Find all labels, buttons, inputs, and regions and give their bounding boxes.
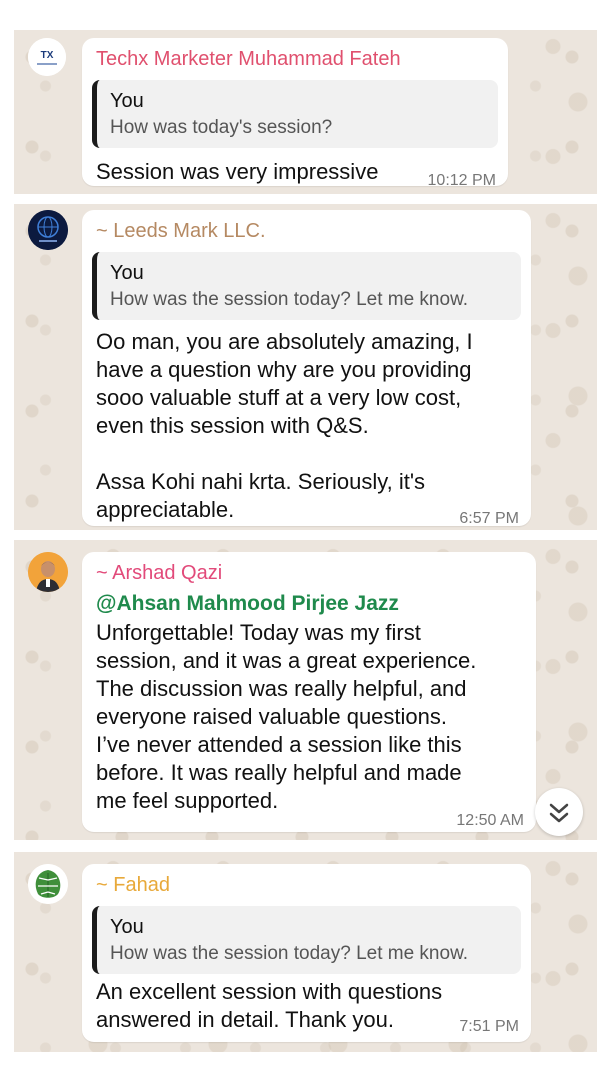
svg-text:TX: TX <box>41 50 54 61</box>
message-text: An excellent session with questions answ… <box>96 978 442 1034</box>
chat-panel-2: ~ Leeds Mark LLC. You How was the sessio… <box>14 204 597 530</box>
quote-author: You <box>110 262 144 284</box>
message-line: sooo valuable stuff at a very low cost, <box>96 385 462 410</box>
message-line: appreciatable. <box>96 497 235 522</box>
message-text: Oo man, you are absolutely amazing, I ha… <box>96 328 473 524</box>
techx-logo-icon: TX <box>28 38 66 76</box>
person-photo-icon <box>28 552 68 592</box>
message-bubble[interactable]: Techx Marketer Muhammad Fateh You How wa… <box>82 38 508 189</box>
message-line: The discussion was really helpful, and <box>96 676 467 701</box>
sender-name[interactable]: Techx Marketer Muhammad Fateh <box>96 48 401 71</box>
message-line: Unforgettable! Today was my first <box>96 620 421 645</box>
message-line <box>96 440 473 468</box>
avatar-arshad-qazi[interactable] <box>28 552 68 592</box>
quote-author: You <box>110 90 144 112</box>
chat-panel-4: ~ Fahad You How was the session today? L… <box>14 852 597 1052</box>
message-line: before. It was really helpful and made <box>96 760 462 785</box>
avatar-leeds-mark[interactable] <box>28 210 68 250</box>
message-text: Unforgettable! Today was my first sessio… <box>96 619 476 815</box>
message-line: Oo man, you are absolutely amazing, I <box>96 329 473 354</box>
mention-tag[interactable]: @Ahsan Mahmood Pirjee Jazz <box>96 592 399 616</box>
message-time: 6:57 PM <box>459 510 519 527</box>
message-line: answered in detail. Thank you. <box>96 1007 394 1032</box>
quote-text: How was the session today? Let me know. <box>110 943 469 964</box>
scroll-to-bottom-button[interactable] <box>535 788 583 836</box>
chat-panel-3: ~ Arshad Qazi @Ahsan Mahmood Pirjee Jazz… <box>14 540 597 840</box>
avatar-techx[interactable]: TX <box>28 38 66 76</box>
monstera-leaf-icon <box>28 864 68 904</box>
chevron-double-down-icon <box>549 803 569 823</box>
message-line: me feel supported. <box>96 788 279 813</box>
quoted-reply[interactable]: You How was today's session? <box>92 80 498 148</box>
quote-text: How was the session today? Let me know. <box>110 289 469 310</box>
message-bubble[interactable]: ~ Leeds Mark LLC. You How was the sessio… <box>82 210 531 527</box>
message-text: Session was very impressive <box>96 159 379 184</box>
sender-name[interactable]: ~ Fahad <box>96 874 170 897</box>
message-time: 12:50 AM <box>456 812 524 829</box>
message-time: 7:51 PM <box>459 1018 519 1035</box>
sender-name[interactable]: ~ Arshad Qazi <box>96 562 222 585</box>
quoted-reply[interactable]: You How was the session today? Let me kn… <box>92 906 521 974</box>
message-line: Assa Kohi nahi krta. Seriously, it's <box>96 469 426 494</box>
message-line: I’ve never attended a session like this <box>96 732 462 757</box>
message-line: everyone raised valuable questions. <box>96 704 448 729</box>
quote-author: You <box>110 916 144 938</box>
quote-text: How was today's session? <box>110 117 333 138</box>
message-bubble[interactable]: ~ Fahad You How was the session today? L… <box>82 864 531 1042</box>
chat-panel-1: TX Techx Marketer Muhammad Fateh You How… <box>14 30 597 194</box>
message-line: session, and it was a great experience. <box>96 648 477 673</box>
avatar-fahad[interactable] <box>28 864 68 904</box>
message-line: An excellent session with questions <box>96 979 443 1004</box>
quoted-reply[interactable]: You How was the session today? Let me kn… <box>92 252 521 320</box>
globe-logo-icon <box>28 210 68 250</box>
message-bubble[interactable]: ~ Arshad Qazi @Ahsan Mahmood Pirjee Jazz… <box>82 552 536 832</box>
message-line: even this session with Q&S. <box>96 413 369 438</box>
sender-name[interactable]: ~ Leeds Mark LLC. <box>96 220 266 243</box>
message-line: have a question why are you providing <box>96 357 472 382</box>
message-time: 10:12 PM <box>427 172 496 189</box>
